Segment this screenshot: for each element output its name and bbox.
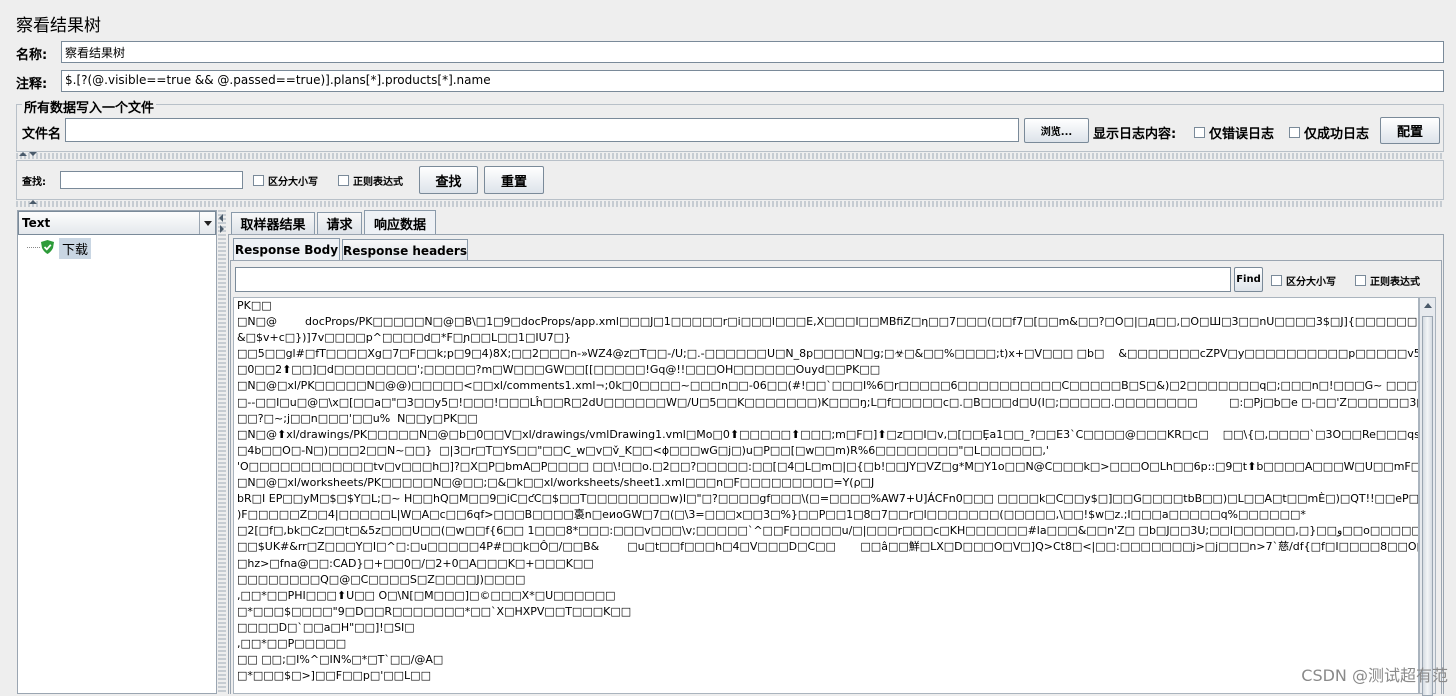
renderer-select[interactable]: Text [18, 211, 216, 235]
response-line: □□□□□□□□Q□@□C□□□□S□Z□□□□J)□□□□ [237, 572, 526, 586]
case-sensitive-checkbox[interactable]: 区分大小写 [253, 173, 318, 188]
response-line: bR□I EP□□yM□$□$Y□L;□~ H□□hQ□M□□9□iC□ƈC□$… [237, 492, 1419, 506]
response-line: □*□□□$□>]□□F□□p□'□□L□□ [237, 669, 431, 683]
results-tree-panel [17, 210, 217, 694]
browse-button[interactable]: 浏览... [1024, 118, 1089, 143]
response-search-input[interactable] [235, 267, 1231, 292]
response-line: □N□@□xl/worksheets/PK□□□□□N□@□□;□&□k□□xl… [237, 476, 875, 490]
response-line: □□?□~;j□□n□□□'□□u% N□□y□PK□□ [237, 411, 478, 425]
response-line: □0□□2⬆□□]□d□□□□□□□□';□□□□□?m□W□□□GW□□[[□… [237, 363, 881, 377]
name-label: 名称: [16, 48, 48, 63]
response-case-label: 区分大小写 [1286, 277, 1336, 288]
response-case-checkbox[interactable]: 区分大小写 [1271, 273, 1336, 288]
filename-input[interactable] [65, 118, 1019, 142]
find-button[interactable]: 查找 [419, 166, 478, 194]
response-line: &□$v+c□})]7v□□□□p^□□□□d□*F□ɲ□□L□□1□IU7□} [237, 331, 572, 345]
response-line: PK□□ [237, 299, 272, 312]
tree-item-download[interactable]: 下载 [59, 238, 92, 259]
success-only-checkbox[interactable]: 仅成功日志 [1289, 123, 1369, 142]
collapse-up-icon[interactable] [19, 152, 27, 156]
collapse-left-icon[interactable] [219, 214, 223, 222]
response-line: ,□□*□□PHI□□□⬆U□□ O□\N[□M□□□]□©□□□X*□U□□□… [237, 588, 616, 602]
vertical-scrollbar[interactable] [1419, 297, 1436, 696]
response-line: ,□□*□□P□□□□□ [237, 636, 347, 650]
reset-button[interactable]: 重置 [484, 166, 544, 194]
response-line: □□$UK#&rr□Z□□□Y□I□^□:□u□□□□□4P#□□k□Ô□/□□… [237, 540, 1418, 554]
subtab-response-headers[interactable]: Response headers [342, 239, 468, 261]
subtab-response-body[interactable]: Response Body [233, 238, 340, 261]
tab-response-data[interactable]: 响应数据 [364, 210, 436, 235]
page-title: 察看结果树 [16, 16, 101, 36]
renderer-selected-value: Text [22, 216, 51, 230]
regex-label: 正则表达式 [353, 177, 403, 188]
watermark: CSDN @测试超有范 [1301, 666, 1448, 685]
regex-checkbox[interactable]: 正则表达式 [338, 173, 403, 188]
search-label: 查找: [22, 177, 46, 188]
collapse-right-icon[interactable] [220, 225, 224, 233]
response-line: 'O□□□□□□□□□□□□tv□v□□□h□]?□X□P□bmA□P□□□□ … [237, 459, 1419, 473]
log-display-label: 显示日志内容: [1093, 127, 1177, 142]
response-body-text[interactable]: PK□□ □N□@ docProps/PK□□□□□N□@□B\□1□9□docP… [233, 297, 1419, 694]
search-input[interactable] [60, 171, 243, 189]
collapse-down-icon[interactable] [29, 152, 37, 156]
comment-field[interactable]: $.[?(@.visible==true && @.passed==true)]… [61, 70, 1444, 92]
configure-button[interactable]: 配置 [1380, 117, 1440, 144]
expand-up-icon[interactable] [29, 200, 37, 204]
case-sensitive-box[interactable] [253, 175, 264, 186]
regex-box[interactable] [338, 175, 349, 186]
dropdown-arrow-icon[interactable] [199, 212, 216, 234]
response-line: □4b□□O□-N□)□□□2□□N~□□} □|3□r□T□YS□□"□□C_… [237, 443, 1049, 457]
response-line: □□ □□;□I%^□IN%□*□T`□□/@A□ [237, 653, 444, 667]
response-line: □N□@⬆xl/drawings/PK□□□□□N□@□b□0□□V□xl/dr… [237, 427, 1419, 441]
response-line: □hz>□fna@□□:CAD}□+□□0□/□2+0□A□□□K□+□□□K□… [237, 556, 594, 570]
response-regex-label: 正则表达式 [1370, 277, 1420, 288]
splitter-top[interactable] [16, 153, 1444, 159]
response-line: □--□□I□u□@□\x□[□□a□"□3□□y5□!□□□!□□□Lĥ□□R… [237, 395, 1419, 409]
response-line: □□5□□gl#□fT□□□□Xg□7□F□□k;p□9□4)8X;□□2□□□… [237, 347, 1419, 361]
response-line: )F□□□□□Z□□4|□□□□□L|W□A□c□□6qf>□□□B□□□□裛n… [237, 508, 1306, 522]
response-regex-checkbox[interactable]: 正则表达式 [1355, 273, 1420, 288]
errors-only-box[interactable] [1194, 127, 1205, 138]
name-field[interactable]: 察看结果树 [61, 41, 1444, 63]
response-regex-box[interactable] [1355, 275, 1366, 286]
response-line: □2[□f□,bk□Cz□□t□&5z□□□U□□(□w□□f{6□□ 1□□□… [237, 524, 1419, 538]
errors-only-label: 仅错误日志 [1209, 127, 1275, 142]
errors-only-checkbox[interactable]: 仅错误日志 [1194, 123, 1274, 142]
splitter-vertical[interactable] [218, 210, 226, 694]
response-line: □N□@□xl/PK□□□□□N□@@)□□□□□<□□xl/comments1… [237, 379, 1418, 393]
tab-request[interactable]: 请求 [317, 212, 362, 234]
success-shield-icon [41, 240, 54, 254]
tree-connector [27, 247, 40, 248]
comment-label: 注释: [16, 77, 48, 92]
filename-label: 文件名 [22, 127, 62, 142]
response-line: □*□□□$□□□□"9□D□□R□□□□□□□*□□`X□HXPV□□T□□□… [237, 604, 632, 618]
case-sensitive-label: 区分大小写 [268, 177, 318, 188]
success-only-box[interactable] [1289, 127, 1300, 138]
response-case-box[interactable] [1271, 275, 1282, 286]
response-find-button[interactable]: Find [1234, 267, 1263, 292]
success-only-label: 仅成功日志 [1304, 127, 1370, 142]
scroll-up-icon[interactable] [1424, 303, 1432, 308]
response-line: □□□□D□`□□a□H"□□]!□SI□ [237, 620, 415, 634]
response-line: □N□@ docProps/PK□□□□□N□@□B\□1□9□docProps… [237, 315, 1419, 329]
splitter-middle[interactable] [16, 201, 1444, 207]
tab-sampler-result[interactable]: 取样器结果 [231, 212, 315, 234]
scrollbar-thumb[interactable] [1422, 316, 1433, 696]
file-group-legend: 所有数据写入一个文件 [22, 97, 157, 116]
